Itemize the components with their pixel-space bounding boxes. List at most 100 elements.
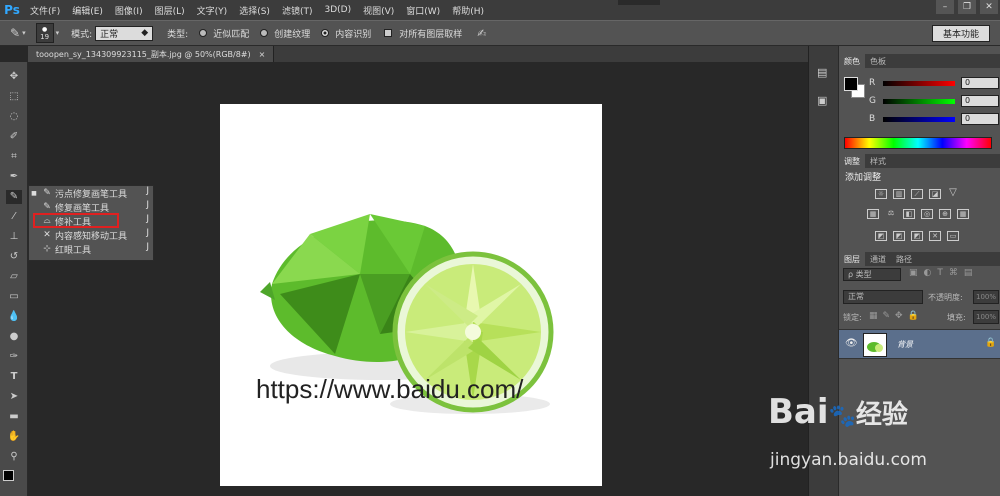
- layer-visibility-eye-icon[interactable]: 👁: [845, 338, 858, 349]
- foreground-color-swatch[interactable]: [3, 470, 14, 481]
- flyout-item-red-eye[interactable]: ⊹ 红眼工具 J: [29, 242, 155, 256]
- marquee-tool-icon[interactable]: ⬚: [6, 90, 22, 104]
- path-select-tool-icon[interactable]: ➤: [6, 390, 22, 404]
- vibrance-icon[interactable]: ▽: [947, 188, 959, 199]
- lock-icons[interactable]: ▦✎✥🔒: [869, 311, 924, 321]
- workspace-select[interactable]: 基本功能: [932, 25, 990, 42]
- blur-tool-icon[interactable]: 💧: [6, 310, 22, 324]
- layer-row-background[interactable]: 👁 背景 🔒: [839, 329, 1000, 359]
- tab-color[interactable]: 颜色: [839, 54, 865, 68]
- menu-help[interactable]: 帮助(H): [446, 4, 490, 17]
- crop-tool-icon[interactable]: ⌗: [6, 150, 22, 164]
- menu-layer[interactable]: 图层(L): [149, 4, 191, 17]
- invert-icon[interactable]: ◩: [875, 231, 887, 241]
- type-content-aware-radio[interactable]: [321, 29, 330, 37]
- sample-all-layers-checkbox[interactable]: [384, 29, 393, 37]
- mode-select[interactable]: 正常 ◆: [95, 25, 154, 41]
- menu-edit[interactable]: 编辑(E): [66, 4, 109, 17]
- hue-saturation-icon[interactable]: ▦: [867, 209, 879, 219]
- type-tool-icon[interactable]: T: [6, 370, 22, 384]
- green-slider[interactable]: [883, 98, 955, 104]
- opacity-input[interactable]: 100%: [973, 290, 999, 304]
- type-texture-label: 创建纹理: [274, 29, 311, 40]
- tab-adjustments[interactable]: 调整: [839, 154, 865, 168]
- menu-3d[interactable]: 3D(D): [318, 5, 357, 15]
- pressure-size-icon[interactable]: ✍: [477, 27, 486, 40]
- document-tab-title: tooopen_sy_134309923115_副本.jpg @ 50%(RGB…: [36, 49, 251, 59]
- menu-type[interactable]: 文字(Y): [191, 4, 234, 17]
- brush-tool-icon[interactable]: ⁄: [6, 210, 22, 224]
- history-panel-icon[interactable]: ▤: [817, 66, 827, 79]
- levels-icon[interactable]: ▥: [893, 189, 905, 199]
- color-lookup-icon[interactable]: ▦: [957, 209, 969, 219]
- tab-layers[interactable]: 图层: [839, 252, 865, 266]
- pen-tool-icon[interactable]: ✑: [6, 350, 22, 364]
- channel-mixer-icon[interactable]: ⊕: [939, 209, 951, 219]
- history-brush-tool-icon[interactable]: ↺: [6, 250, 22, 264]
- menu-select[interactable]: 选择(S): [233, 4, 276, 17]
- flyout-item-healing-brush[interactable]: ✎ 修复画笔工具 J: [29, 200, 155, 214]
- menu-view[interactable]: 视图(V): [357, 4, 400, 17]
- photo-filter-icon[interactable]: ◎: [921, 209, 933, 219]
- close-document-icon[interactable]: ×: [259, 50, 266, 59]
- tab-channels[interactable]: 通道: [865, 252, 891, 266]
- bandage-tool-icon[interactable]: ✎: [10, 26, 20, 40]
- mode-label: 模式:: [71, 29, 93, 40]
- menu-window[interactable]: 窗口(W): [400, 4, 446, 17]
- brush-dropdown-icon[interactable]: ▾: [56, 29, 60, 37]
- curves-icon[interactable]: ⟋: [911, 189, 923, 199]
- fill-input[interactable]: 100%: [973, 310, 999, 324]
- threshold-icon[interactable]: ◩: [911, 231, 923, 241]
- color-spectrum-bar[interactable]: [844, 137, 992, 149]
- brush-size-picker[interactable]: ● 19: [35, 23, 54, 43]
- hand-tool-icon[interactable]: ✋: [6, 430, 22, 444]
- menu-file[interactable]: 文件(F): [24, 4, 66, 17]
- canvas-area[interactable]: https://www.baidu.com/: [28, 62, 808, 496]
- patch-tool-highlight-box: [33, 213, 119, 228]
- properties-panel-icon[interactable]: ▣: [817, 94, 827, 107]
- flyout-item-content-aware-move[interactable]: ✕ 内容感知移动工具 J: [29, 228, 155, 242]
- red-slider[interactable]: [883, 80, 955, 86]
- selective-color-icon[interactable]: ✕: [929, 231, 941, 241]
- red-value-input[interactable]: 0: [961, 77, 999, 89]
- lasso-tool-icon[interactable]: ◌: [6, 110, 22, 124]
- foreground-color-chip[interactable]: [844, 77, 858, 91]
- layer-filter-icons[interactable]: ▣◐T⌘▤: [909, 268, 978, 278]
- layer-filter-select[interactable]: ρ 类型: [843, 268, 901, 281]
- healing-brush-tool-icon[interactable]: ✎: [6, 190, 22, 204]
- document-canvas[interactable]: https://www.baidu.com/: [220, 104, 602, 486]
- zoom-tool-icon[interactable]: ⚲: [6, 450, 22, 464]
- sample-all-layers-label: 对所有图层取样: [399, 29, 463, 40]
- dodge-tool-icon[interactable]: ●: [6, 330, 22, 344]
- black-white-icon[interactable]: ◧: [903, 209, 915, 219]
- blue-value-input[interactable]: 0: [961, 113, 999, 125]
- gradient-map-icon[interactable]: ▭: [947, 231, 959, 241]
- eraser-tool-icon[interactable]: ▱: [6, 270, 22, 284]
- restore-button[interactable]: ❐: [958, 0, 976, 14]
- menu-filter[interactable]: 滤镜(T): [276, 4, 319, 17]
- minimize-button[interactable]: –: [936, 0, 954, 14]
- tab-swatches[interactable]: 色板: [865, 54, 891, 68]
- document-tab[interactable]: tooopen_sy_134309923115_副本.jpg @ 50%(RGB…: [28, 46, 275, 62]
- tool-preset-dropdown-icon[interactable]: ▾: [22, 29, 26, 37]
- brightness-icon[interactable]: ☼: [875, 189, 887, 199]
- tab-paths[interactable]: 路径: [891, 252, 917, 266]
- menu-image[interactable]: 图像(I): [109, 4, 149, 17]
- gradient-tool-icon[interactable]: ▭: [6, 290, 22, 304]
- move-tool-icon[interactable]: ✥: [6, 70, 22, 84]
- type-texture-radio[interactable]: [260, 29, 269, 37]
- tab-styles[interactable]: 样式: [865, 154, 891, 168]
- eyedropper-tool-icon[interactable]: ✒: [6, 170, 22, 184]
- clone-stamp-tool-icon[interactable]: ⊥: [6, 230, 22, 244]
- close-window-button[interactable]: ✕: [980, 0, 998, 14]
- quick-select-tool-icon[interactable]: ✐: [6, 130, 22, 144]
- color-balance-icon[interactable]: ⚖: [885, 209, 897, 219]
- green-value-input[interactable]: 0: [961, 95, 999, 107]
- blend-mode-select[interactable]: 正常: [843, 290, 923, 304]
- blue-slider[interactable]: [883, 116, 955, 122]
- shape-tool-icon[interactable]: ▬: [6, 410, 22, 424]
- type-proximity-radio[interactable]: [199, 29, 208, 37]
- flyout-item-spot-healing[interactable]: ■ ✎ 污点修复画笔工具 J: [29, 186, 155, 200]
- posterize-icon[interactable]: ◩: [893, 231, 905, 241]
- exposure-icon[interactable]: ◪: [929, 189, 941, 199]
